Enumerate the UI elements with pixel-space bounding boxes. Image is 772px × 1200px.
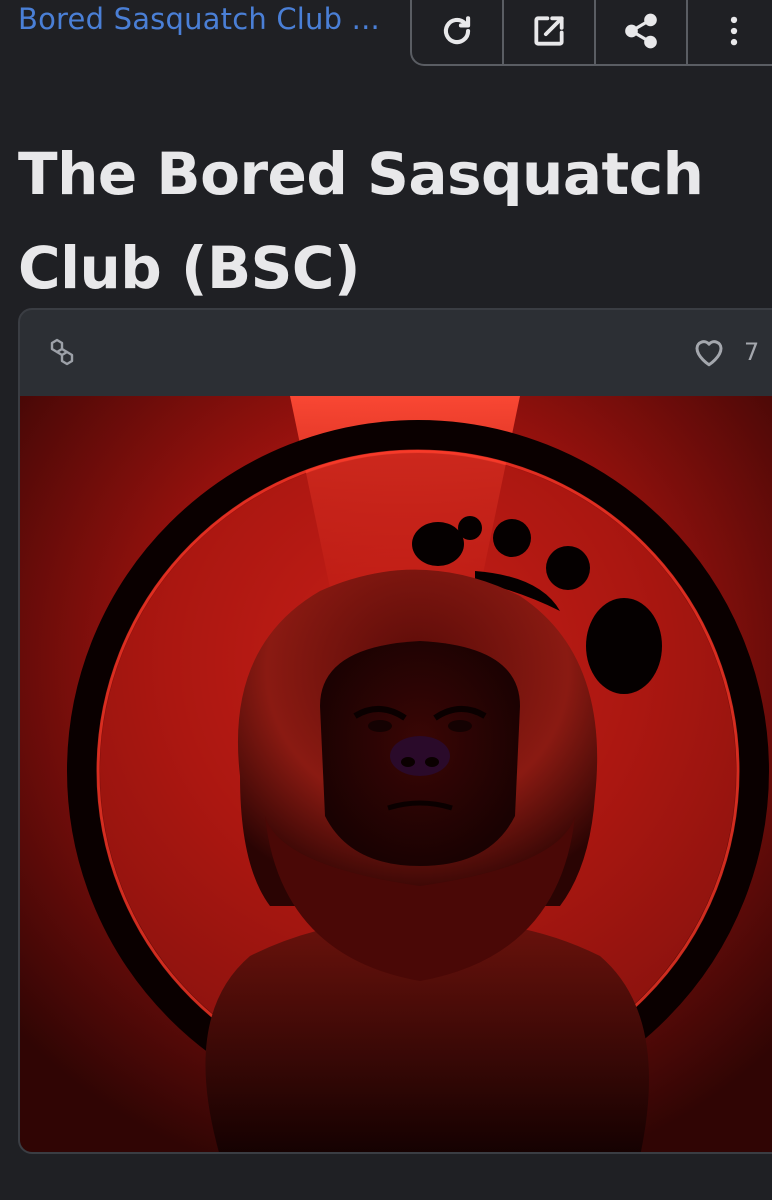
external-link-icon <box>534 16 564 46</box>
item-toolbar <box>410 0 772 66</box>
item-title: The Bored Sasquatch Club (BSC) <box>18 139 704 302</box>
more-vertical-icon <box>730 16 738 46</box>
share-button[interactable] <box>596 0 688 64</box>
favorites-count: 7 <box>744 338 760 366</box>
card-header: 7 <box>20 310 772 396</box>
artwork-image[interactable] <box>20 396 772 1154</box>
polygon-chain-icon[interactable] <box>44 336 80 368</box>
share-icon <box>625 13 657 49</box>
open-external-button[interactable] <box>504 0 596 64</box>
collection-link[interactable]: Bored Sasquatch Club ... <box>18 2 410 36</box>
refresh-button[interactable] <box>412 0 504 64</box>
refresh-icon <box>443 16 471 45</box>
top-bar: Bored Sasquatch Club ... <box>0 0 772 68</box>
favorites: 7 <box>690 334 759 370</box>
item-card: 7 <box>18 308 772 1154</box>
more-options-button[interactable] <box>688 0 772 64</box>
heart-icon[interactable] <box>690 334 728 370</box>
nft-item-page: Bored Sasquatch Club ... The Bored Sasqu… <box>0 0 772 1200</box>
